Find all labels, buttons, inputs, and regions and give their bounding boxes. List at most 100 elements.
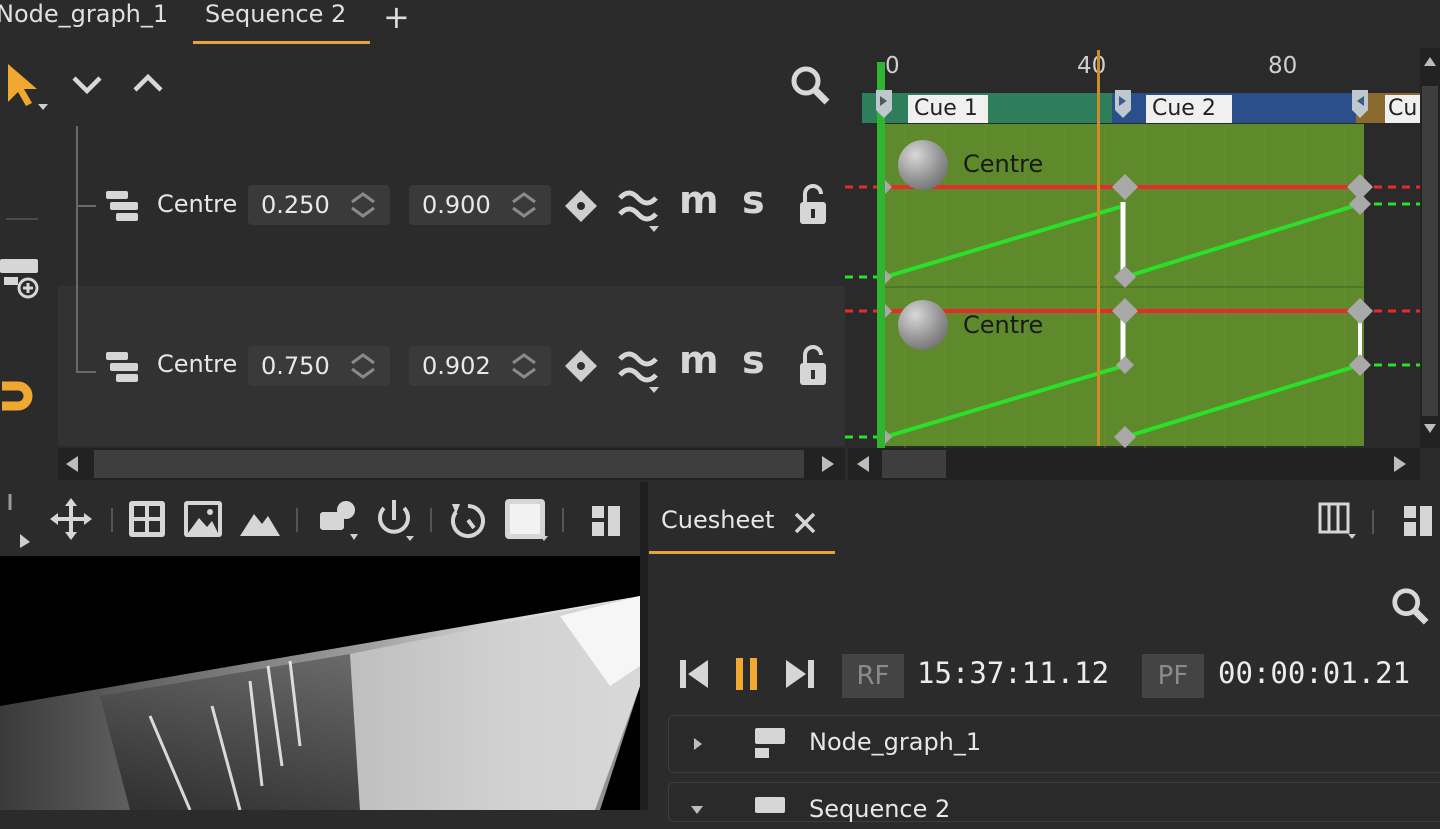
tab-sequence-2[interactable]: Sequence 2 <box>192 0 371 44</box>
scroll-right-arrow-icon[interactable] <box>818 454 838 474</box>
toolbar-divider <box>430 508 432 532</box>
track-list-scrollbar[interactable] <box>58 448 845 480</box>
grid-view-icon[interactable] <box>128 500 166 538</box>
columns-icon[interactable] <box>1318 502 1358 540</box>
cue-label: Cue 2 <box>1146 95 1232 123</box>
keyframe-diamond-icon[interactable] <box>563 188 599 224</box>
ruler-tick-label: 40 <box>1077 53 1107 79</box>
expand-arrow-icon[interactable] <box>691 736 705 752</box>
pause-icon[interactable] <box>734 656 760 692</box>
node-graph-icon <box>755 728 785 758</box>
corner-handle-icon[interactable] <box>0 490 34 550</box>
spin-arrows-icon[interactable] <box>350 191 376 219</box>
scrollbar-thumb[interactable] <box>94 450 804 478</box>
spin-arrows-icon[interactable] <box>511 191 537 219</box>
scroll-left-arrow-icon[interactable] <box>853 454 873 474</box>
mute-button[interactable]: m <box>679 338 719 382</box>
timeline-ruler <box>862 50 1422 90</box>
close-icon[interactable] <box>793 511 817 535</box>
toolbar-divider <box>6 218 38 220</box>
scroll-down-arrow-icon[interactable] <box>1422 420 1438 436</box>
next-cue-icon[interactable] <box>782 656 818 692</box>
move-arrows-icon[interactable] <box>50 498 96 544</box>
camera-add-icon[interactable] <box>316 498 360 542</box>
cue-flag-icon[interactable] <box>1113 88 1133 120</box>
tree-line-branch-2 <box>76 371 96 373</box>
solo-button[interactable]: s <box>742 178 765 222</box>
power-icon[interactable] <box>372 498 416 542</box>
track-value-1-text: 0.250 <box>261 191 330 219</box>
scroll-up-arrow-icon[interactable] <box>1422 54 1438 70</box>
time-marker[interactable] <box>1097 50 1100 446</box>
lane-sphere-icon <box>898 300 948 350</box>
landscape-icon[interactable] <box>240 504 280 538</box>
keyframe-diamond-icon[interactable] <box>563 348 599 384</box>
list-item[interactable]: Node_graph_1 <box>668 715 1440 773</box>
toolbar-divider <box>562 508 564 532</box>
previous-cue-icon[interactable] <box>676 656 712 692</box>
scroll-right-arrow-icon[interactable] <box>1390 454 1410 474</box>
track-value-2-text: 0.900 <box>422 191 491 219</box>
list-item-label: Sequence 2 <box>809 795 951 823</box>
cuesheet-tab-title: Cuesheet <box>661 506 775 534</box>
track-value-2-field[interactable]: 0.902 <box>409 346 551 386</box>
tab-node-graph-1[interactable]: Node_graph_1 <box>0 0 168 44</box>
lane-sphere-icon <box>898 140 948 190</box>
cue-flag-icon[interactable] <box>1350 88 1370 120</box>
lane-label: Centre <box>963 311 1044 339</box>
interpolation-curve-icon[interactable] <box>617 347 663 395</box>
expand-arrow-icon[interactable] <box>689 803 705 817</box>
search-icon[interactable] <box>1390 586 1430 626</box>
tree-line-vertical <box>76 126 78 372</box>
pf-badge: PF <box>1142 654 1204 698</box>
interpolation-curve-icon[interactable] <box>617 186 663 234</box>
track-value-1-text: 0.750 <box>261 352 330 380</box>
image-icon[interactable] <box>183 500 223 538</box>
rf-badge: RF <box>842 654 904 698</box>
viewport-render[interactable] <box>0 556 640 810</box>
spin-arrows-icon[interactable] <box>511 352 537 380</box>
track-value-2-text: 0.902 <box>422 352 491 380</box>
timeline-scrollbar[interactable] <box>848 448 1420 480</box>
rf-time: 15:37:11.12 <box>917 656 1110 690</box>
track-value-1-field[interactable]: 0.250 <box>248 185 390 225</box>
lane-label: Centre <box>963 150 1044 178</box>
cue-label: Cu <box>1385 95 1422 123</box>
track-type-icon <box>106 191 138 221</box>
magnet-icon[interactable] <box>0 376 40 420</box>
add-tab-button[interactable]: + <box>383 0 410 36</box>
scrollbar-thumb[interactable] <box>1422 86 1438 416</box>
tree-line-branch-1 <box>76 205 96 207</box>
track-type-icon <box>106 352 138 382</box>
cue-label: Cue 1 <box>908 95 988 123</box>
unlock-icon[interactable] <box>797 345 829 387</box>
panel-layout-icon[interactable] <box>1402 504 1436 538</box>
frame-icon[interactable] <box>504 498 548 542</box>
select-arrow-icon[interactable] <box>4 60 52 114</box>
track-value-2-field[interactable]: 0.900 <box>409 185 551 225</box>
ruler-tick-label: 80 <box>1268 53 1298 79</box>
track-label: Centre <box>157 350 238 378</box>
track-value-1-field[interactable]: 0.750 <box>248 346 390 386</box>
timeline-vertical-scrollbar[interactable] <box>1420 48 1440 448</box>
panel-layout-icon[interactable] <box>590 504 624 538</box>
scrollbar-thumb[interactable] <box>882 450 946 478</box>
list-item[interactable]: Sequence 2 <box>668 782 1440 823</box>
sequence-icon <box>755 797 785 813</box>
scroll-left-arrow-icon[interactable] <box>62 454 82 474</box>
toolbar-divider <box>296 508 298 532</box>
refresh-timer-icon[interactable] <box>448 498 490 542</box>
spin-arrows-icon[interactable] <box>350 352 376 380</box>
search-icon[interactable] <box>789 64 831 106</box>
pf-time: 00:00:01.21 <box>1218 656 1411 690</box>
unlock-icon[interactable] <box>797 184 829 226</box>
list-item-label: Node_graph_1 <box>809 728 982 756</box>
solo-button[interactable]: s <box>742 338 765 382</box>
toolbar-divider <box>1372 510 1374 534</box>
cue-flag-icon[interactable] <box>874 88 894 120</box>
chevron-down-icon[interactable] <box>70 72 104 98</box>
mute-button[interactable]: m <box>679 178 719 222</box>
add-track-icon[interactable] <box>0 255 44 301</box>
chevron-up-icon[interactable] <box>131 70 165 96</box>
panel-splitter[interactable] <box>640 482 648 810</box>
